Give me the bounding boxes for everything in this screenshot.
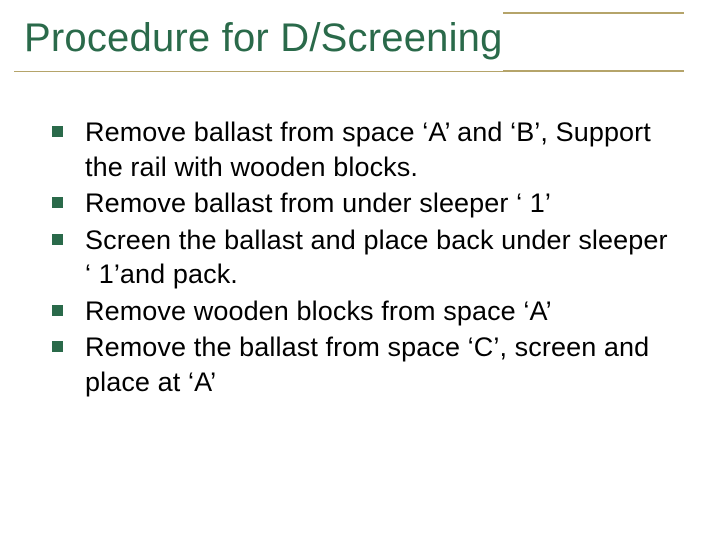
list-item: Remove the ballast from space ‘C’, scree… bbox=[52, 330, 672, 399]
slide-content: Remove ballast from space ‘A’ and ‘B’, S… bbox=[0, 71, 720, 399]
square-bullet-icon bbox=[52, 305, 63, 316]
list-item: Remove ballast from space ‘A’ and ‘B’, S… bbox=[52, 115, 672, 184]
square-bullet-icon bbox=[52, 126, 63, 137]
bullet-text: Remove the ballast from space ‘C’, scree… bbox=[85, 330, 672, 399]
slide-title: Procedure for D/Screening bbox=[0, 12, 503, 71]
list-item: Remove wooden blocks from space ‘A’ bbox=[52, 294, 672, 329]
square-bullet-icon bbox=[52, 234, 63, 245]
bullet-text: Remove wooden blocks from space ‘A’ bbox=[85, 294, 552, 329]
square-bullet-icon bbox=[52, 341, 63, 352]
bullet-list: Remove ballast from space ‘A’ and ‘B’, S… bbox=[52, 115, 672, 399]
slide: Procedure for D/Screening Remove ballast… bbox=[0, 0, 720, 540]
bullet-text: Screen the ballast and place back under … bbox=[85, 223, 672, 292]
bullet-text: Remove ballast from space ‘A’ and ‘B’, S… bbox=[85, 115, 672, 184]
square-bullet-icon bbox=[52, 197, 63, 208]
title-area: Procedure for D/Screening bbox=[0, 0, 720, 71]
list-item: Screen the ballast and place back under … bbox=[52, 223, 672, 292]
bullet-text: Remove ballast from under sleeper ‘ 1’ bbox=[85, 186, 551, 221]
list-item: Remove ballast from under sleeper ‘ 1’ bbox=[52, 186, 672, 221]
